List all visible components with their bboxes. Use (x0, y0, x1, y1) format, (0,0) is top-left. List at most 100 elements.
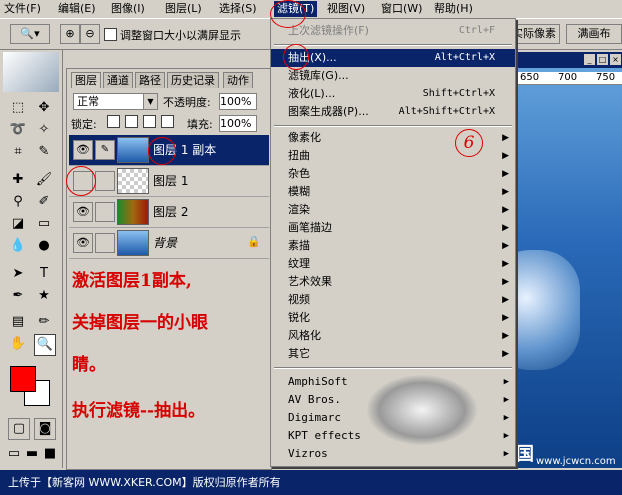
screen-mode-icon[interactable]: ▭ (4, 444, 24, 464)
menu-item-blur[interactable]: 模糊 ▶ (271, 183, 515, 201)
filter-dropdown-menu: 上次滤镜操作(F) Ctrl+F 抽出(X)... Alt+Ctrl+X 滤镜库… (270, 18, 516, 467)
layer-row[interactable]: 👁 图层 2 (69, 197, 269, 228)
minimize-icon[interactable]: _ (584, 54, 595, 65)
resize-window-checkbox[interactable] (104, 28, 117, 41)
menu-item-filter-gallery[interactable]: 滤镜库(G)... (271, 67, 515, 85)
eye-icon[interactable]: 👁 (73, 233, 93, 253)
clone-stamp-icon[interactable]: ⚲ (8, 192, 28, 212)
tab-actions[interactable]: 动作 (223, 72, 253, 88)
menu-edit[interactable]: 编辑(E) (58, 1, 96, 17)
notes-tool-icon[interactable]: ▤ (8, 312, 28, 332)
brush-tool-icon[interactable]: 🖌 (34, 170, 54, 190)
menu-select[interactable]: 选择(S) (219, 1, 257, 17)
tab-channels[interactable]: 通道 (103, 72, 133, 88)
menu-item-artistic[interactable]: 艺术效果 ▶ (271, 273, 515, 291)
layer-row[interactable]: 图层 1 (69, 166, 269, 197)
eyedropper-icon[interactable]: ✏ (34, 312, 54, 332)
standard-mode-icon[interactable]: ▢ (8, 418, 30, 440)
submenu-arrow-icon: ▶ (503, 431, 509, 441)
zoom-tool-preset[interactable]: 🔍▾ (10, 24, 50, 44)
submenu-arrow-icon: ▶ (502, 205, 509, 215)
lock-icon: 🔒 (247, 235, 261, 248)
close-icon[interactable]: × (610, 54, 621, 65)
menu-item-last-filter[interactable]: 上次滤镜操作(F) Ctrl+F (271, 22, 515, 40)
menu-item-other[interactable]: 其它 ▶ (271, 345, 515, 363)
menu-item-brush-strokes[interactable]: 画笔描边 ▶ (271, 219, 515, 237)
menu-item-liquify[interactable]: 液化(L)... Shift+Ctrl+X (271, 85, 515, 103)
menu-item-label: 液化(L)... (288, 87, 336, 100)
menu-image[interactable]: 图像(I) (111, 1, 145, 17)
submenu-arrow-icon: ▶ (502, 295, 509, 305)
history-brush-icon[interactable]: ✐ (34, 192, 54, 212)
hand-tool-icon[interactable]: ✋ (8, 334, 28, 354)
gradient-tool-icon[interactable]: ▭ (34, 214, 54, 234)
lock-transparency-checkbox[interactable] (107, 115, 120, 128)
menu-item-pattern-maker[interactable]: 图案生成器(P)... Alt+Shift+Ctrl+X (271, 103, 515, 121)
fill-input[interactable]: 100% (219, 115, 257, 132)
eye-icon[interactable]: 👁 (73, 140, 93, 160)
screen-mode-black-icon[interactable]: ■ (40, 444, 60, 464)
lock-pixels-checkbox[interactable] (125, 115, 138, 128)
menu-item-sharpen[interactable]: 锐化 ▶ (271, 309, 515, 327)
dodge-tool-icon[interactable]: ● (34, 236, 54, 256)
link-slot[interactable] (95, 233, 115, 253)
slice-tool-icon[interactable]: ✎ (34, 142, 54, 162)
pen-tool-icon[interactable]: ✒ (8, 286, 28, 306)
layer-row[interactable]: 👁 背景 🔒 (69, 228, 269, 259)
menu-view[interactable]: 视图(V) (327, 1, 365, 17)
menu-item-render[interactable]: 渲染 ▶ (271, 201, 515, 219)
zoom-tool-icon[interactable]: 🔍 (34, 334, 56, 356)
menu-help[interactable]: 帮助(H) (434, 1, 473, 17)
menu-window[interactable]: 窗口(W) (381, 1, 422, 17)
crop-tool-icon[interactable]: ⌗ (8, 142, 28, 162)
highlight-circle (283, 44, 309, 70)
quickmask-mode-icon[interactable]: ◙ (34, 418, 56, 440)
maximize-icon[interactable]: □ (597, 54, 608, 65)
menu-item-label: KPT effects (288, 429, 361, 442)
move-tool-icon[interactable]: ✥ (34, 98, 54, 118)
tab-paths[interactable]: 路径 (135, 72, 165, 88)
lock-position-checkbox[interactable] (143, 115, 156, 128)
link-slot[interactable] (95, 202, 115, 222)
lasso-tool-icon[interactable]: ➰ (8, 120, 28, 140)
healing-brush-icon[interactable]: ✚ (8, 170, 28, 190)
menu-item-noise[interactable]: 杂色 ▶ (271, 165, 515, 183)
watermark-site: www.jcwcn.com (536, 456, 616, 467)
highlight-circle (148, 137, 176, 165)
eye-icon[interactable]: 👁 (73, 202, 93, 222)
blur-tool-icon[interactable]: 💧 (8, 236, 28, 256)
menu-layer[interactable]: 图层(L) (165, 1, 202, 17)
brush-link-icon[interactable]: ✎ (95, 140, 115, 160)
opacity-input[interactable]: 100% (219, 93, 257, 110)
menu-item-texture[interactable]: 纹理 ▶ (271, 255, 515, 273)
chevron-down-icon[interactable]: ▼ (143, 94, 157, 109)
shape-tool-icon[interactable]: ★ (34, 286, 54, 306)
menu-item-label: 风格化 (288, 329, 321, 342)
lock-all-checkbox[interactable] (161, 115, 174, 128)
tab-layers[interactable]: 图层 (71, 72, 101, 88)
link-slot[interactable] (95, 171, 115, 191)
menu-item-label: 杂色 (288, 167, 310, 180)
magic-wand-icon[interactable]: ✧ (34, 120, 54, 140)
type-tool-icon[interactable]: T (34, 264, 54, 284)
instruction-line: 执行滤镜--抽出。 (72, 401, 206, 421)
instruction-line: 睛。 (72, 355, 106, 375)
menu-item-label: 艺术效果 (288, 275, 332, 288)
fit-screen-button[interactable]: 满画布 (566, 24, 622, 44)
menu-item-stylize[interactable]: 风格化 ▶ (271, 327, 515, 345)
eraser-tool-icon[interactable]: ◪ (8, 214, 28, 234)
submenu-arrow-icon: ▶ (502, 313, 509, 323)
ruler-tick: 700 (558, 72, 578, 83)
screen-mode-full-icon[interactable]: ▬ (22, 444, 42, 464)
zoom-out-icon[interactable]: ⊖ (80, 24, 100, 44)
menu-item-sketch[interactable]: 素描 ▶ (271, 237, 515, 255)
blend-mode-select[interactable]: 正常 ▼ (73, 93, 158, 110)
menu-file[interactable]: 文件(F) (4, 1, 41, 17)
menu-item-vizros[interactable]: Vizros ▶ (271, 445, 515, 463)
menu-item-video[interactable]: 视频 ▶ (271, 291, 515, 309)
tab-history[interactable]: 历史记录 (167, 72, 219, 88)
zoom-in-icon[interactable]: ⊕ (60, 24, 80, 44)
ruler-tick: 650 (520, 72, 540, 83)
marquee-tool-icon[interactable]: ⬚ (8, 98, 28, 118)
path-select-icon[interactable]: ➤ (8, 264, 28, 284)
